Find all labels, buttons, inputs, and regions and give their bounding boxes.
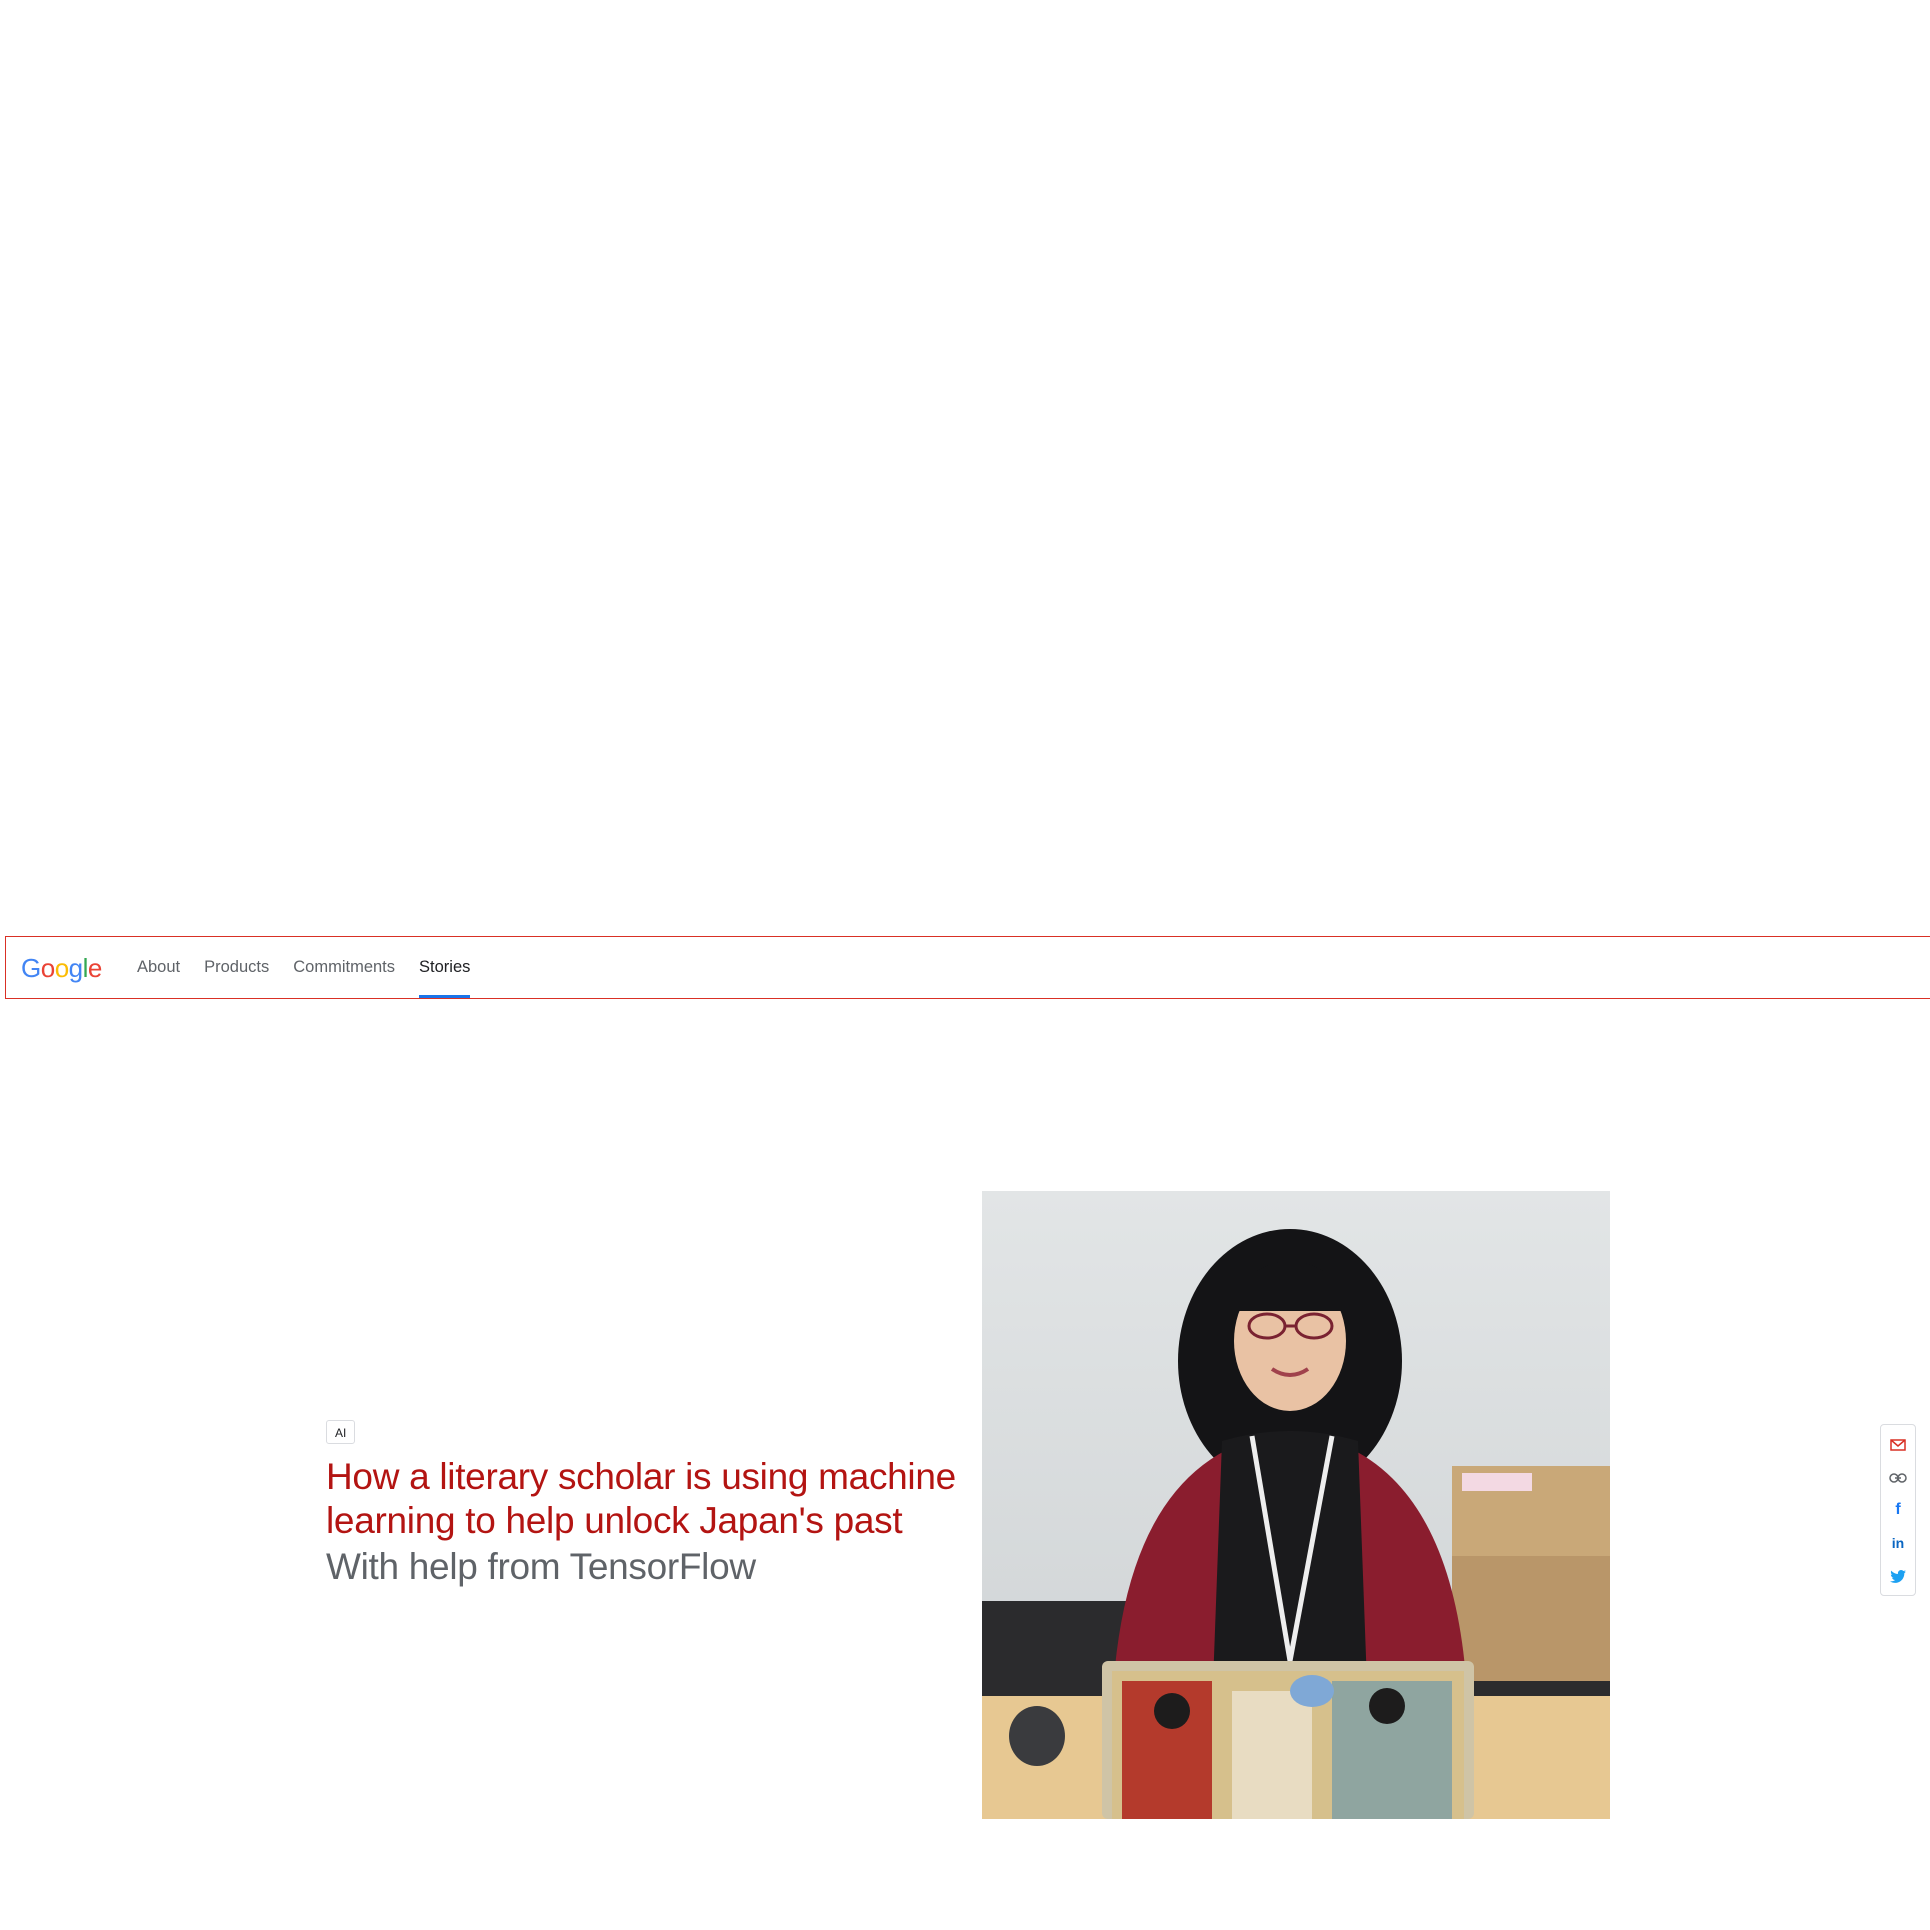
- share-twitter-button[interactable]: [1884, 1562, 1912, 1590]
- twitter-icon: [1890, 1569, 1906, 1583]
- nav-commitments[interactable]: Commitments: [293, 937, 395, 998]
- article-title: How a literary scholar is using machine …: [326, 1456, 956, 1541]
- hero-image: [982, 1191, 1610, 1819]
- share-email-button[interactable]: [1884, 1431, 1912, 1459]
- facebook-icon: f: [1895, 1501, 1901, 1519]
- site-header: Google About Products Commitments Storie…: [5, 936, 1930, 999]
- nav-about[interactable]: About: [137, 937, 180, 998]
- nav-stories[interactable]: Stories: [419, 937, 471, 998]
- nav-products[interactable]: Products: [204, 937, 269, 998]
- google-logo[interactable]: Google: [21, 951, 102, 985]
- article-subtitle: With help from TensorFlow: [326, 1546, 756, 1587]
- mail-icon: [1890, 1439, 1906, 1451]
- hero-photo-illustration: [982, 1191, 1610, 1819]
- category-tag[interactable]: AI: [326, 1420, 356, 1444]
- main-nav: About Products Commitments Stories: [137, 937, 494, 998]
- link-icon: [1889, 1472, 1907, 1483]
- share-facebook-button[interactable]: f: [1884, 1497, 1912, 1525]
- share-rail: f in: [1880, 1424, 1916, 1596]
- linkedin-icon: in: [1891, 1535, 1905, 1552]
- share-linkedin-button[interactable]: in: [1884, 1529, 1912, 1557]
- copy-link-button[interactable]: [1884, 1464, 1912, 1492]
